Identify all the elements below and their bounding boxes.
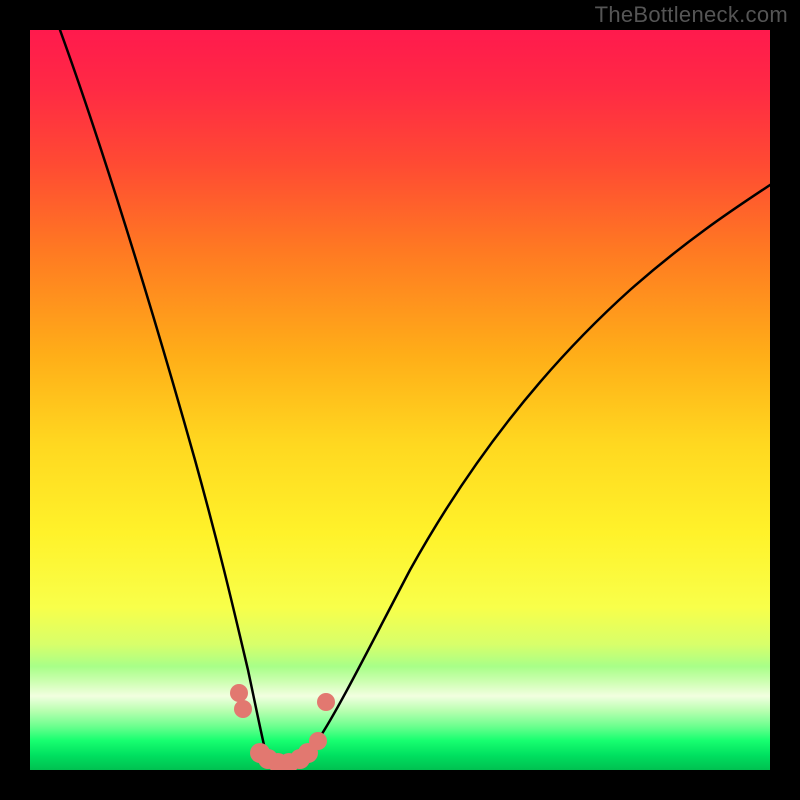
dot-2 xyxy=(234,700,252,718)
dot-10 xyxy=(317,693,335,711)
curve-left xyxy=(60,30,264,745)
chart-root: TheBottleneck.com xyxy=(0,0,800,800)
overlay-svg xyxy=(30,30,770,770)
dot-9 xyxy=(309,732,327,750)
plot-area xyxy=(30,30,770,770)
watermark-text: TheBottleneck.com xyxy=(595,2,788,28)
dot-1 xyxy=(230,684,248,702)
curve-right xyxy=(264,185,770,763)
